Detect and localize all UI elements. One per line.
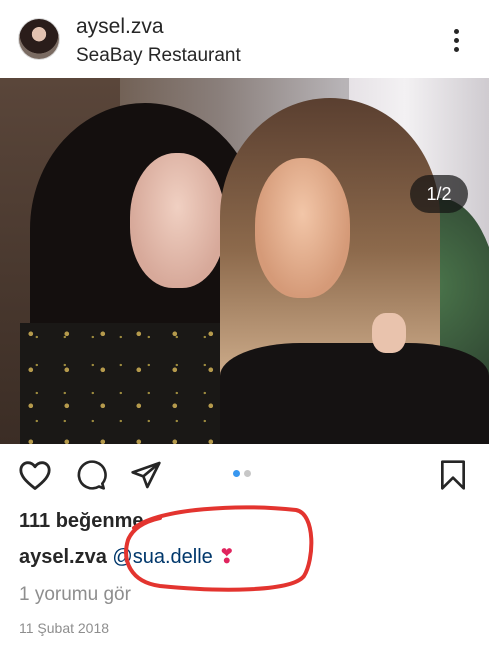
photo-counter: 1/2 (410, 175, 468, 213)
carousel-dot-active (233, 470, 240, 477)
post-header: aysel.zva SeaBay Restaurant (0, 0, 489, 78)
header-username[interactable]: aysel.zva (76, 15, 164, 39)
carousel-dot-inactive (244, 470, 251, 477)
avatar[interactable] (19, 19, 59, 59)
hand-on-shoulder (372, 313, 406, 353)
person-right-top (220, 343, 489, 444)
caption: aysel.zva @sua.delle ❣ (19, 544, 235, 569)
post-photo[interactable]: 1/2 (0, 78, 489, 444)
person-left-dress (20, 323, 240, 444)
bookmark-icon[interactable] (438, 459, 468, 491)
share-icon[interactable] (130, 459, 162, 491)
likes-count[interactable]: 111 beğenme (19, 510, 144, 533)
person-right-face (255, 158, 350, 298)
heart-icon[interactable] (18, 459, 52, 491)
comment-icon[interactable] (75, 459, 107, 491)
caption-mention[interactable]: @sua.delle (112, 546, 212, 568)
heart-exclamation-emoji: ❣ (218, 546, 236, 568)
caption-username[interactable]: aysel.zva (19, 546, 107, 568)
person-left-face (130, 153, 225, 288)
view-comments-link[interactable]: 1 yorumu gör (19, 584, 131, 606)
header-location[interactable]: SeaBay Restaurant (76, 45, 241, 67)
more-options-icon[interactable] (443, 26, 469, 56)
post-date: 11 Şubat 2018 (19, 620, 110, 636)
